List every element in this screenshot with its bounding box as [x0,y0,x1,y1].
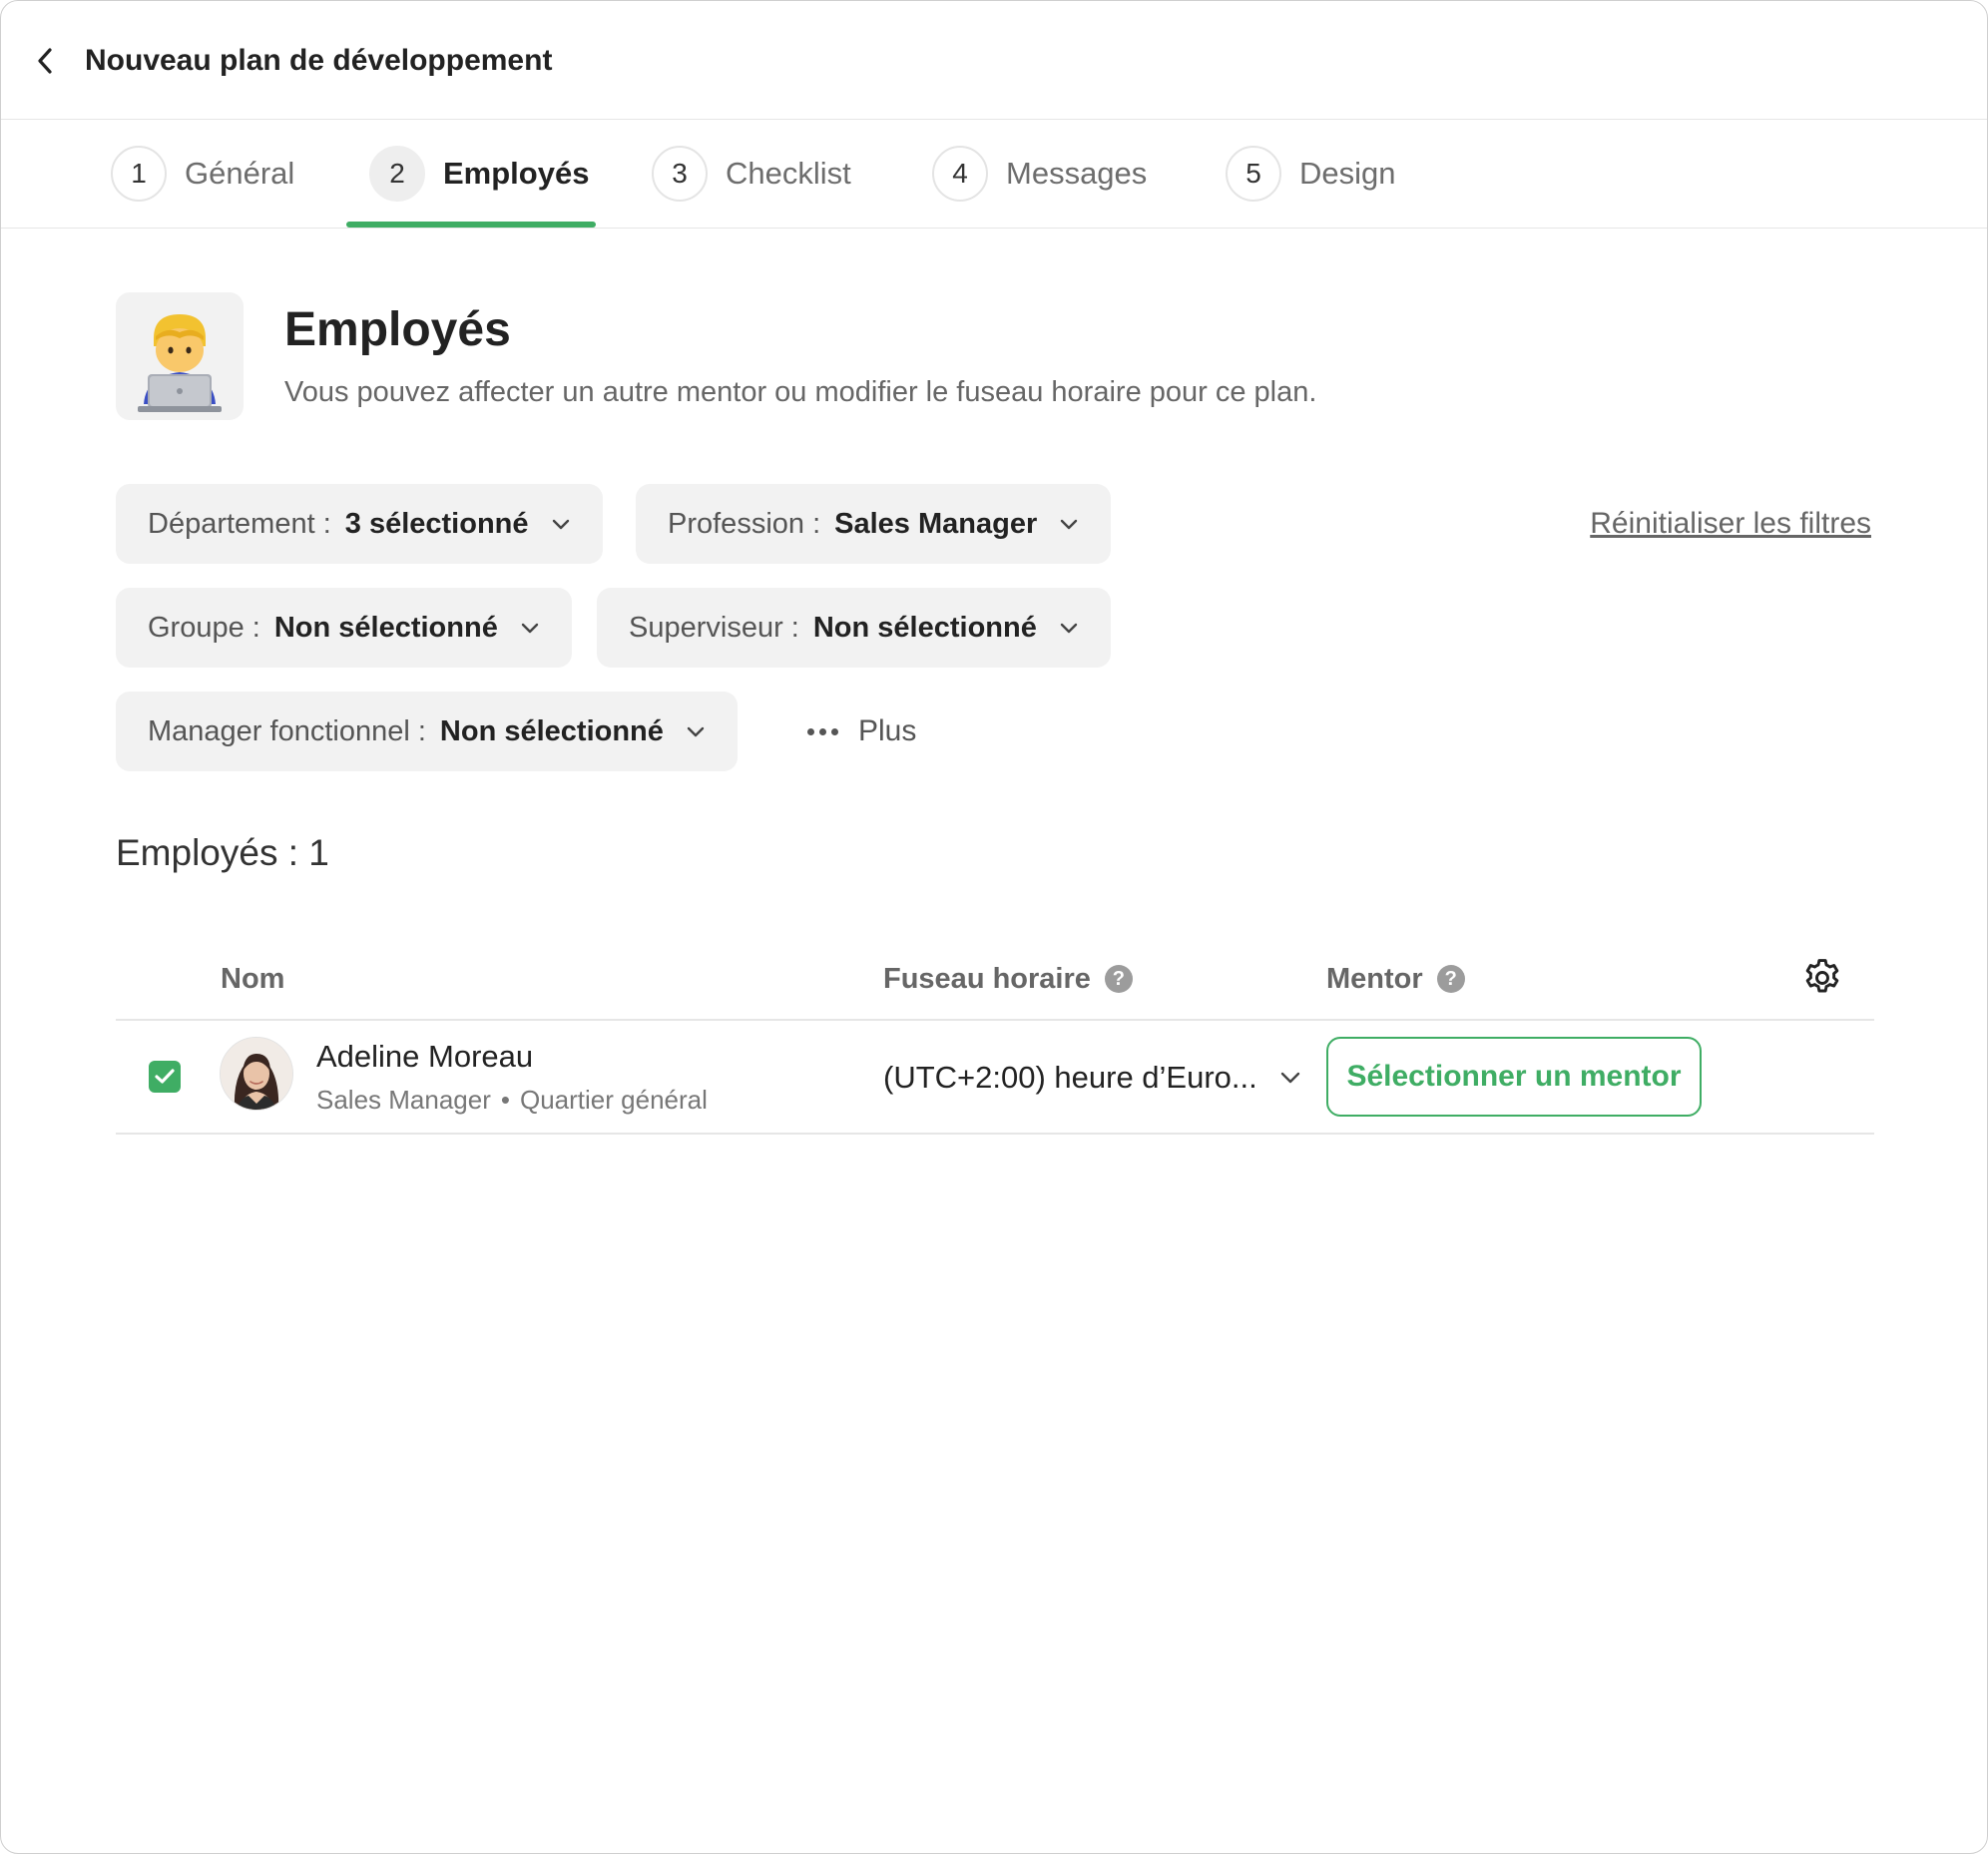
table-divider [116,1133,1874,1135]
chevron-left-icon [38,48,52,74]
page-title: Nouveau plan de développement [85,44,553,77]
more-filters-button[interactable]: Plus [807,711,916,751]
column-header-mentor: Mentor ? [1326,959,1465,999]
profession-filter[interactable]: Profession : Sales Manager [636,484,1112,564]
more-filters-label: Plus [858,714,917,747]
chevron-down-icon [551,517,571,531]
help-icon[interactable]: ? [1436,965,1465,993]
more-dots-icon [807,727,838,735]
filter-value: 3 sélectionné [344,507,529,540]
column-header-label: Mentor [1326,963,1423,995]
page-header: Nouveau plan de développement [1,1,1987,120]
group-filter[interactable]: Groupe : Non sélectionné [116,588,572,668]
technologist-emoji-icon [116,292,244,420]
employee-position: Sales Manager [316,1085,491,1115]
column-header-label: Nom [221,963,285,995]
step-number: 2 [369,146,425,202]
filter-value: Non sélectionné [439,714,664,747]
row-checkbox[interactable] [149,1061,181,1093]
filter-value: Non sélectionné [812,611,1037,644]
help-icon[interactable]: ? [1104,965,1133,993]
supervisor-filter[interactable]: Superviseur : Non sélectionné [597,588,1111,668]
department-filter[interactable]: Département : 3 sélectionné [116,484,603,564]
timezone-value: (UTC+2:00) heure d’Euro... [883,1060,1257,1095]
step-tabs: 1 Général 2 Employés 3 Checklist 4 Messa… [1,120,1987,229]
chevron-down-icon [520,621,540,635]
step-number: 1 [111,146,167,202]
filter-label: Département : [148,507,331,540]
step-label: Général [185,156,295,191]
filter-label: Superviseur : [629,611,799,644]
tab-messages[interactable]: 4 Messages [932,146,1147,202]
functional-manager-filter[interactable]: Manager fonctionnel : Non sélectionné [116,692,738,771]
chevron-down-icon [1059,621,1079,635]
step-number: 3 [652,146,708,202]
active-tab-indicator [346,222,596,228]
column-header-timezone: Fuseau horaire ? [883,959,1133,999]
gear-icon[interactable] [1800,956,1844,1000]
check-icon [155,1069,175,1084]
filter-label: Groupe : [148,611,260,644]
column-header-label: Fuseau horaire [883,963,1091,995]
reset-filters-link[interactable]: Réinitialiser les filtres [1590,502,1871,546]
window: Nouveau plan de développement 1 Général … [0,0,1988,1854]
step-label: Messages [1006,156,1148,191]
back-button[interactable] [25,41,65,81]
tab-general[interactable]: 1 Général [111,146,294,202]
meta-separator: • [500,1085,510,1115]
column-header-name[interactable]: Nom [221,959,284,999]
step-number: 4 [932,146,988,202]
tab-design[interactable]: 5 Design [1226,146,1396,202]
section-description: Vous pouvez affecter un autre mentor ou … [284,376,1317,408]
avatar [220,1037,293,1111]
section-title: Employés [284,303,511,356]
employee-meta: Sales Manager • Quartier général [316,1083,708,1117]
filter-label: Manager fonctionnel : [148,714,426,747]
step-label: Design [1299,156,1396,191]
chevron-down-icon [1059,517,1079,531]
timezone-select[interactable]: (UTC+2:00) heure d’Euro... [883,1057,1301,1099]
chevron-down-icon [1279,1071,1301,1085]
filter-label: Profession : [668,507,821,540]
employee-name: Adeline Moreau [316,1039,534,1074]
select-mentor-button[interactable]: Sélectionner un mentor [1326,1037,1702,1117]
employees-count: Employés : 1 [116,832,329,873]
filter-value: Non sélectionné [273,611,498,644]
table-divider [116,1019,1874,1021]
filter-value: Sales Manager [834,507,1038,540]
step-label: Checklist [726,156,851,191]
employee-location: Quartier général [520,1085,708,1115]
tab-checklist[interactable]: 3 Checklist [652,146,851,202]
chevron-down-icon [686,724,706,738]
step-label: Employés [443,156,590,191]
tab-employes[interactable]: 2 Employés [369,146,589,202]
step-number: 5 [1226,146,1281,202]
